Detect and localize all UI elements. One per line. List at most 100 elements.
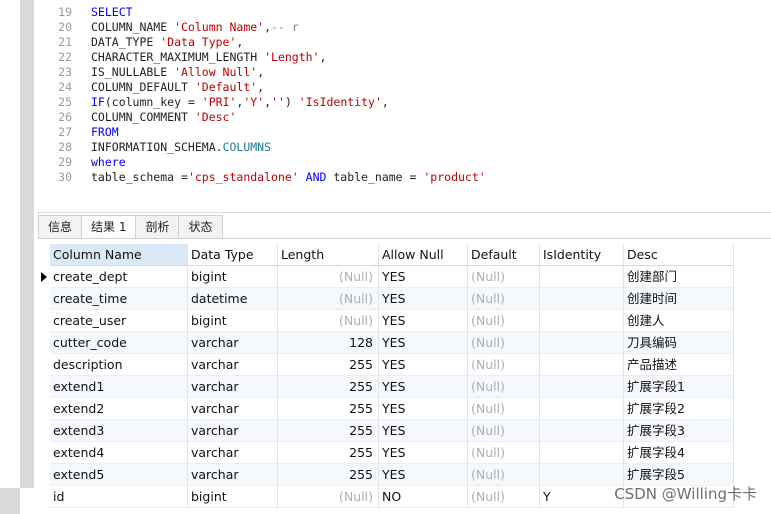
table-cell[interactable]: bigint bbox=[188, 310, 278, 332]
table-cell[interactable]: 扩展字段1 bbox=[624, 376, 734, 398]
row-selector[interactable] bbox=[38, 442, 50, 464]
table-row[interactable]: create_time datetime (Null) YES (Null) 创建时间 bbox=[38, 288, 771, 310]
tab-2[interactable]: 结果 1 bbox=[81, 215, 137, 239]
table-cell[interactable]: 创建人 bbox=[624, 310, 734, 332]
table-cell[interactable]: (Null) bbox=[468, 288, 540, 310]
row-selector[interactable] bbox=[38, 354, 50, 376]
table-cell[interactable]: (Null) bbox=[278, 288, 379, 310]
table-cell[interactable]: 255 bbox=[278, 376, 379, 398]
code-line[interactable]: 23 IS_NULLABLE 'Allow Null', bbox=[38, 65, 264, 80]
tab-4[interactable]: 状态 bbox=[178, 215, 223, 238]
table-cell[interactable]: varchar bbox=[188, 376, 278, 398]
table-cell[interactable]: varchar bbox=[188, 420, 278, 442]
table-cell[interactable] bbox=[540, 376, 624, 398]
table-cell[interactable]: extend2 bbox=[50, 398, 188, 420]
table-cell[interactable]: YES bbox=[379, 332, 468, 354]
table-cell[interactable]: bigint bbox=[188, 266, 278, 288]
table-cell[interactable]: description bbox=[50, 354, 188, 376]
row-selector[interactable] bbox=[38, 486, 50, 508]
table-cell[interactable]: (Null) bbox=[468, 464, 540, 486]
table-cell[interactable]: 扩展字段3 bbox=[624, 420, 734, 442]
row-selector[interactable] bbox=[38, 398, 50, 420]
table-cell[interactable]: (Null) bbox=[468, 354, 540, 376]
table-cell[interactable]: 255 bbox=[278, 398, 379, 420]
row-selector[interactable] bbox=[38, 310, 50, 332]
table-cell[interactable] bbox=[540, 398, 624, 420]
table-cell[interactable] bbox=[540, 266, 624, 288]
code-line[interactable]: 25 IF(column_key = 'PRI','Y','') 'IsIdent… bbox=[38, 95, 389, 110]
table-cell[interactable]: YES bbox=[379, 310, 468, 332]
table-cell[interactable]: datetime bbox=[188, 288, 278, 310]
table-cell[interactable]: (Null) bbox=[468, 486, 540, 508]
row-selector[interactable] bbox=[38, 420, 50, 442]
table-cell[interactable]: 扩展字段4 bbox=[624, 442, 734, 464]
table-cell[interactable]: YES bbox=[379, 420, 468, 442]
table-cell[interactable]: bigint bbox=[188, 486, 278, 508]
table-cell[interactable]: create_user bbox=[50, 310, 188, 332]
code-line[interactable]: 22 CHARACTER_MAXIMUM_LENGTH 'Length', bbox=[38, 50, 326, 65]
table-cell[interactable]: id bbox=[50, 486, 188, 508]
table-cell[interactable]: (Null) bbox=[278, 310, 379, 332]
left-scroll-bar[interactable] bbox=[20, 0, 34, 488]
table-cell[interactable]: (Null) bbox=[468, 266, 540, 288]
table-cell[interactable]: NO bbox=[379, 486, 468, 508]
table-cell[interactable] bbox=[540, 464, 624, 486]
table-cell[interactable]: cutter_code bbox=[50, 332, 188, 354]
table-cell[interactable]: extend5 bbox=[50, 464, 188, 486]
row-selector[interactable] bbox=[38, 464, 50, 486]
table-cell[interactable]: varchar bbox=[188, 464, 278, 486]
column-header[interactable]: Data Type bbox=[188, 244, 278, 266]
table-row[interactable]: extend4 varchar 255 YES (Null) 扩展字段4 bbox=[38, 442, 771, 464]
row-selector[interactable] bbox=[38, 266, 50, 288]
table-cell[interactable]: 扩展字段2 bbox=[624, 398, 734, 420]
table-cell[interactable]: YES bbox=[379, 442, 468, 464]
column-header[interactable]: Column Name bbox=[50, 244, 188, 266]
table-cell[interactable]: YES bbox=[379, 398, 468, 420]
table-cell[interactable]: 产品描述 bbox=[624, 354, 734, 376]
row-selector[interactable] bbox=[38, 332, 50, 354]
table-cell[interactable]: YES bbox=[379, 288, 468, 310]
table-cell[interactable]: YES bbox=[379, 376, 468, 398]
table-cell[interactable]: YES bbox=[379, 266, 468, 288]
table-cell[interactable] bbox=[540, 288, 624, 310]
code-line[interactable]: 27 FROM bbox=[38, 125, 119, 140]
table-row[interactable]: extend1 varchar 255 YES (Null) 扩展字段1 bbox=[38, 376, 771, 398]
code-line[interactable]: 30 table_schema ='cps_standalone' AND tab… bbox=[38, 170, 486, 185]
code-line[interactable]: 21 DATA_TYPE 'Data Type', bbox=[38, 35, 243, 50]
column-header[interactable]: Allow Null bbox=[379, 244, 468, 266]
table-row[interactable]: create_dept bigint (Null) YES (Null) 创建部门 bbox=[38, 266, 771, 288]
table-cell[interactable] bbox=[540, 420, 624, 442]
table-cell[interactable]: 255 bbox=[278, 354, 379, 376]
table-cell[interactable]: 255 bbox=[278, 442, 379, 464]
column-header[interactable]: Default bbox=[468, 244, 540, 266]
code-line[interactable]: 26 COLUMN_COMMENT 'Desc' bbox=[38, 110, 236, 125]
editor-result-divider[interactable] bbox=[38, 212, 771, 213]
table-cell[interactable]: varchar bbox=[188, 354, 278, 376]
table-cell[interactable]: Y bbox=[540, 486, 624, 508]
table-cell[interactable]: 255 bbox=[278, 464, 379, 486]
table-cell[interactable]: varchar bbox=[188, 442, 278, 464]
table-cell[interactable]: (Null) bbox=[278, 266, 379, 288]
code-line[interactable]: 24 COLUMN_DEFAULT 'Default', bbox=[38, 80, 264, 95]
table-cell[interactable]: 创建部门 bbox=[624, 266, 734, 288]
table-cell[interactable]: create_time bbox=[50, 288, 188, 310]
table-cell[interactable]: varchar bbox=[188, 398, 278, 420]
table-cell[interactable]: 128 bbox=[278, 332, 379, 354]
table-cell[interactable] bbox=[540, 310, 624, 332]
table-cell[interactable]: extend3 bbox=[50, 420, 188, 442]
table-cell[interactable]: extend1 bbox=[50, 376, 188, 398]
table-row[interactable]: cutter_code varchar 128 YES (Null) 刀具编码 bbox=[38, 332, 771, 354]
table-cell[interactable]: 创建时间 bbox=[624, 288, 734, 310]
table-cell[interactable]: (Null) bbox=[468, 376, 540, 398]
table-cell[interactable]: YES bbox=[379, 354, 468, 376]
table-cell[interactable] bbox=[540, 442, 624, 464]
sql-editor[interactable]: 19 SELECT 20 COLUMN_NAME 'Column Name',-- r… bbox=[38, 0, 771, 212]
row-selector[interactable] bbox=[38, 376, 50, 398]
column-header[interactable]: Desc bbox=[624, 244, 734, 266]
code-line[interactable]: 29 where bbox=[38, 155, 125, 170]
table-cell[interactable]: (Null) bbox=[278, 486, 379, 508]
column-header[interactable]: Length bbox=[278, 244, 379, 266]
table-cell[interactable]: YES bbox=[379, 464, 468, 486]
table-cell[interactable]: (Null) bbox=[468, 442, 540, 464]
table-cell[interactable]: 刀具编码 bbox=[624, 332, 734, 354]
